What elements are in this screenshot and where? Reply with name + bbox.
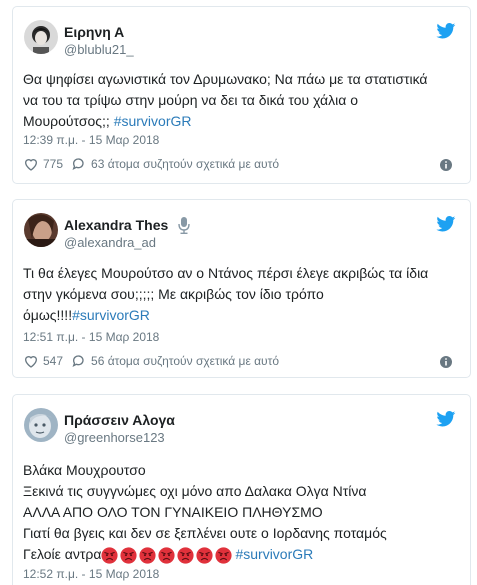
tweet-text: Βλάκα Μουχρουτσο Ξεκινά τις συγγνώμες οχ…	[23, 462, 387, 564]
tweet-actions: 775 63 άτομα συζητούν σχετικά με αυτό	[23, 155, 279, 173]
heart-icon[interactable]	[23, 156, 39, 172]
tweet-card[interactable]: Ειρηνη Α @blublu21_ Θα ψηφίσει αγωνιστικ…	[12, 6, 471, 184]
comment-bubble-icon[interactable]	[71, 156, 87, 172]
timestamp[interactable]: 12:52 π.μ. - 15 Μαρ 2018	[23, 567, 159, 581]
hashtag-link[interactable]: #survivorGR	[72, 307, 150, 323]
angry-face-emoji	[158, 547, 176, 564]
heart-icon[interactable]	[23, 353, 39, 369]
avatar[interactable]	[24, 408, 58, 442]
angry-face-emoji	[215, 547, 233, 564]
like-count[interactable]: 775	[43, 157, 63, 171]
emoji-row	[101, 547, 233, 564]
tweet-actions: 547 56 άτομα συζητούν σχετικά με αυτό	[23, 352, 279, 370]
angry-face-emoji	[177, 547, 195, 564]
comment-bubble-icon[interactable]	[71, 353, 87, 369]
user-handle[interactable]: @alexandra_ad	[64, 235, 156, 250]
tweet-text: Θα ψηφίσει αγωνιστικά τον Δρυμωνακο; Να …	[23, 71, 428, 129]
display-name[interactable]: Πράσσειν Αλογα	[64, 412, 175, 428]
angry-face-emoji	[196, 547, 214, 564]
user-handle[interactable]: @greenhorse123	[64, 430, 165, 445]
angry-face-emoji	[101, 547, 119, 564]
info-icon[interactable]	[439, 158, 453, 172]
twitter-bird-icon[interactable]	[436, 411, 456, 427]
twitter-bird-icon[interactable]	[436, 216, 456, 232]
user-handle[interactable]: @blublu21_	[64, 42, 134, 57]
like-count[interactable]: 547	[43, 354, 63, 368]
avatar[interactable]	[24, 213, 58, 247]
hashtag-link[interactable]: #survivorGR	[114, 113, 192, 129]
hashtag-link[interactable]: #survivorGR	[235, 546, 313, 562]
timestamp[interactable]: 12:39 π.μ. - 15 Μαρ 2018	[23, 133, 159, 147]
display-name[interactable]: Ειρηνη Α	[64, 24, 124, 40]
info-icon[interactable]	[439, 355, 453, 369]
avatar[interactable]	[24, 20, 58, 54]
replies-text[interactable]: 56 άτομα συζητούν σχετικά με αυτό	[91, 354, 279, 368]
replies-text[interactable]: 63 άτομα συζητούν σχετικά με αυτό	[91, 157, 279, 171]
angry-face-emoji	[139, 547, 157, 564]
twitter-bird-icon[interactable]	[436, 23, 456, 39]
tweet-text: Τι θα έλεγες Μουρούτσο αν ο Ντάνος πέρσι…	[23, 265, 429, 323]
angry-face-emoji	[120, 547, 138, 564]
display-name[interactable]: Alexandra Thes	[64, 217, 168, 233]
microphone-icon	[178, 217, 190, 234]
tweet-card[interactable]: Alexandra Thes @alexandra_ad Τι θα έλεγε…	[12, 199, 471, 378]
tweet-card[interactable]: Πράσσειν Αλογα @greenhorse123 Βλάκα Μουχ…	[12, 394, 471, 585]
timestamp[interactable]: 12:51 π.μ. - 15 Μαρ 2018	[23, 330, 159, 344]
